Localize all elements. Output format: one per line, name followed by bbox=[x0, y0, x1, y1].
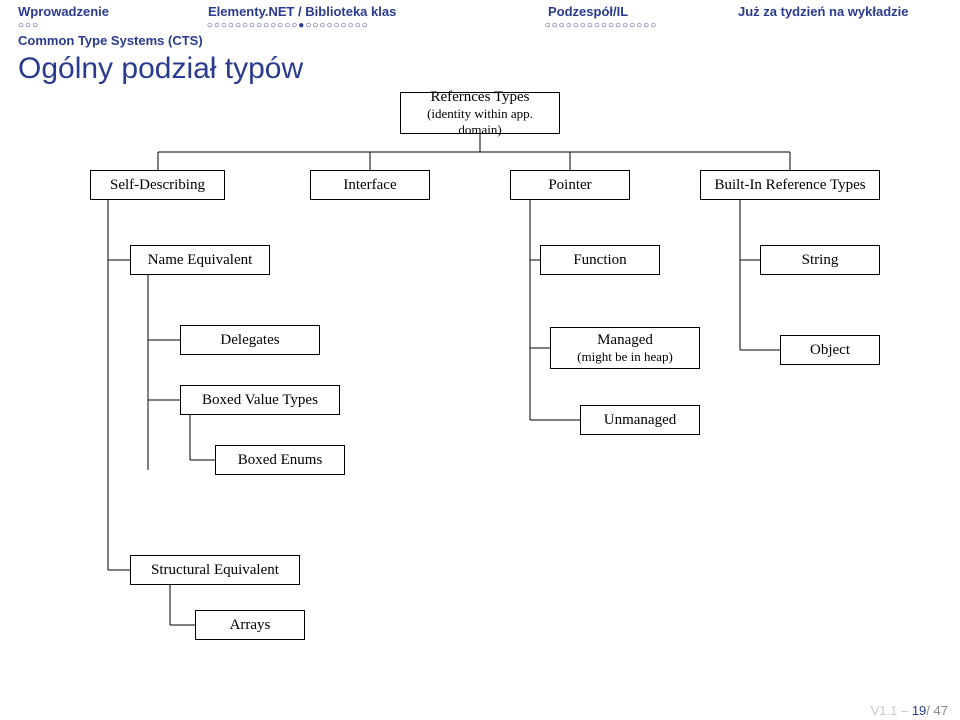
node-boxed-enums: Boxed Enums bbox=[215, 445, 345, 475]
node-label: Refernces Types bbox=[430, 89, 529, 106]
nav-item-elements[interactable]: Elementy.NET / Biblioteka klas bbox=[208, 4, 548, 19]
node-label: Self-Describing bbox=[110, 177, 205, 194]
node-boxed-value-types: Boxed Value Types bbox=[180, 385, 340, 415]
node-function: Function bbox=[540, 245, 660, 275]
node-object: Object bbox=[780, 335, 880, 365]
nav-item-intro[interactable]: Wprowadzenie bbox=[18, 4, 208, 19]
node-label: Name Equivalent bbox=[148, 252, 253, 269]
progress-dots-1: ○○○ bbox=[18, 20, 207, 31]
nav-item-il[interactable]: Podzespół/IL bbox=[548, 4, 738, 19]
node-label: String bbox=[802, 252, 839, 269]
type-hierarchy-diagram: Refernces Types (identity within app. do… bbox=[0, 90, 960, 680]
node-label: Managed bbox=[597, 332, 653, 349]
node-label: Interface bbox=[343, 177, 396, 194]
progress-dots-4 bbox=[733, 20, 942, 31]
subsection-title: Common Type Systems (CTS) bbox=[18, 31, 942, 48]
page-total: 47 bbox=[934, 703, 948, 718]
nav-row: Wprowadzenie Elementy.NET / Biblioteka k… bbox=[18, 4, 942, 19]
node-structural-equivalent: Structural Equivalent bbox=[130, 555, 300, 585]
node-interface: Interface bbox=[310, 170, 430, 200]
node-label: Boxed Enums bbox=[238, 452, 323, 469]
node-label: Boxed Value Types bbox=[202, 392, 318, 409]
node-sublabel: (might be in heap) bbox=[577, 349, 673, 365]
slide-header: Wprowadzenie Elementy.NET / Biblioteka k… bbox=[0, 0, 960, 48]
node-delegates: Delegates bbox=[180, 325, 320, 355]
node-sublabel: (identity within app. domain) bbox=[405, 106, 555, 138]
slide-title: Ogólny podział typów bbox=[0, 48, 960, 90]
node-label: Built-In Reference Types bbox=[714, 177, 865, 194]
node-unmanaged: Unmanaged bbox=[580, 405, 700, 435]
progress-dots-2: ○○○○○○○○○○○○○●○○○○○○○○○ bbox=[207, 20, 545, 31]
node-self-describing: Self-Describing bbox=[90, 170, 225, 200]
node-reference-types: Refernces Types (identity within app. do… bbox=[400, 92, 560, 134]
node-name-equivalent: Name Equivalent bbox=[130, 245, 270, 275]
slide-footer: V1.1 – 19/ 47 bbox=[871, 703, 948, 718]
progress-dots-row: ○○○ ○○○○○○○○○○○○○●○○○○○○○○○ ○○○○○○○○○○○○… bbox=[18, 19, 942, 31]
nav-item-nextweek[interactable]: Już za tydzień na wykładzie bbox=[738, 4, 948, 19]
progress-dots-3: ○○○○○○○○○○○○○○○○ bbox=[545, 20, 734, 31]
node-arrays: Arrays bbox=[195, 610, 305, 640]
node-builtin-reference: Built-In Reference Types bbox=[700, 170, 880, 200]
node-label: Arrays bbox=[230, 617, 271, 634]
version-label: V1.1 – bbox=[871, 703, 912, 718]
node-managed: Managed (might be in heap) bbox=[550, 327, 700, 369]
node-label: Pointer bbox=[548, 177, 591, 194]
page-number: 19 bbox=[912, 703, 926, 718]
node-label: Function bbox=[573, 252, 626, 269]
node-label: Unmanaged bbox=[604, 412, 676, 429]
page-sep: / bbox=[926, 703, 933, 718]
node-string: String bbox=[760, 245, 880, 275]
node-pointer: Pointer bbox=[510, 170, 630, 200]
node-label: Delegates bbox=[220, 332, 279, 349]
node-label: Structural Equivalent bbox=[151, 562, 279, 579]
node-label: Object bbox=[810, 342, 850, 359]
